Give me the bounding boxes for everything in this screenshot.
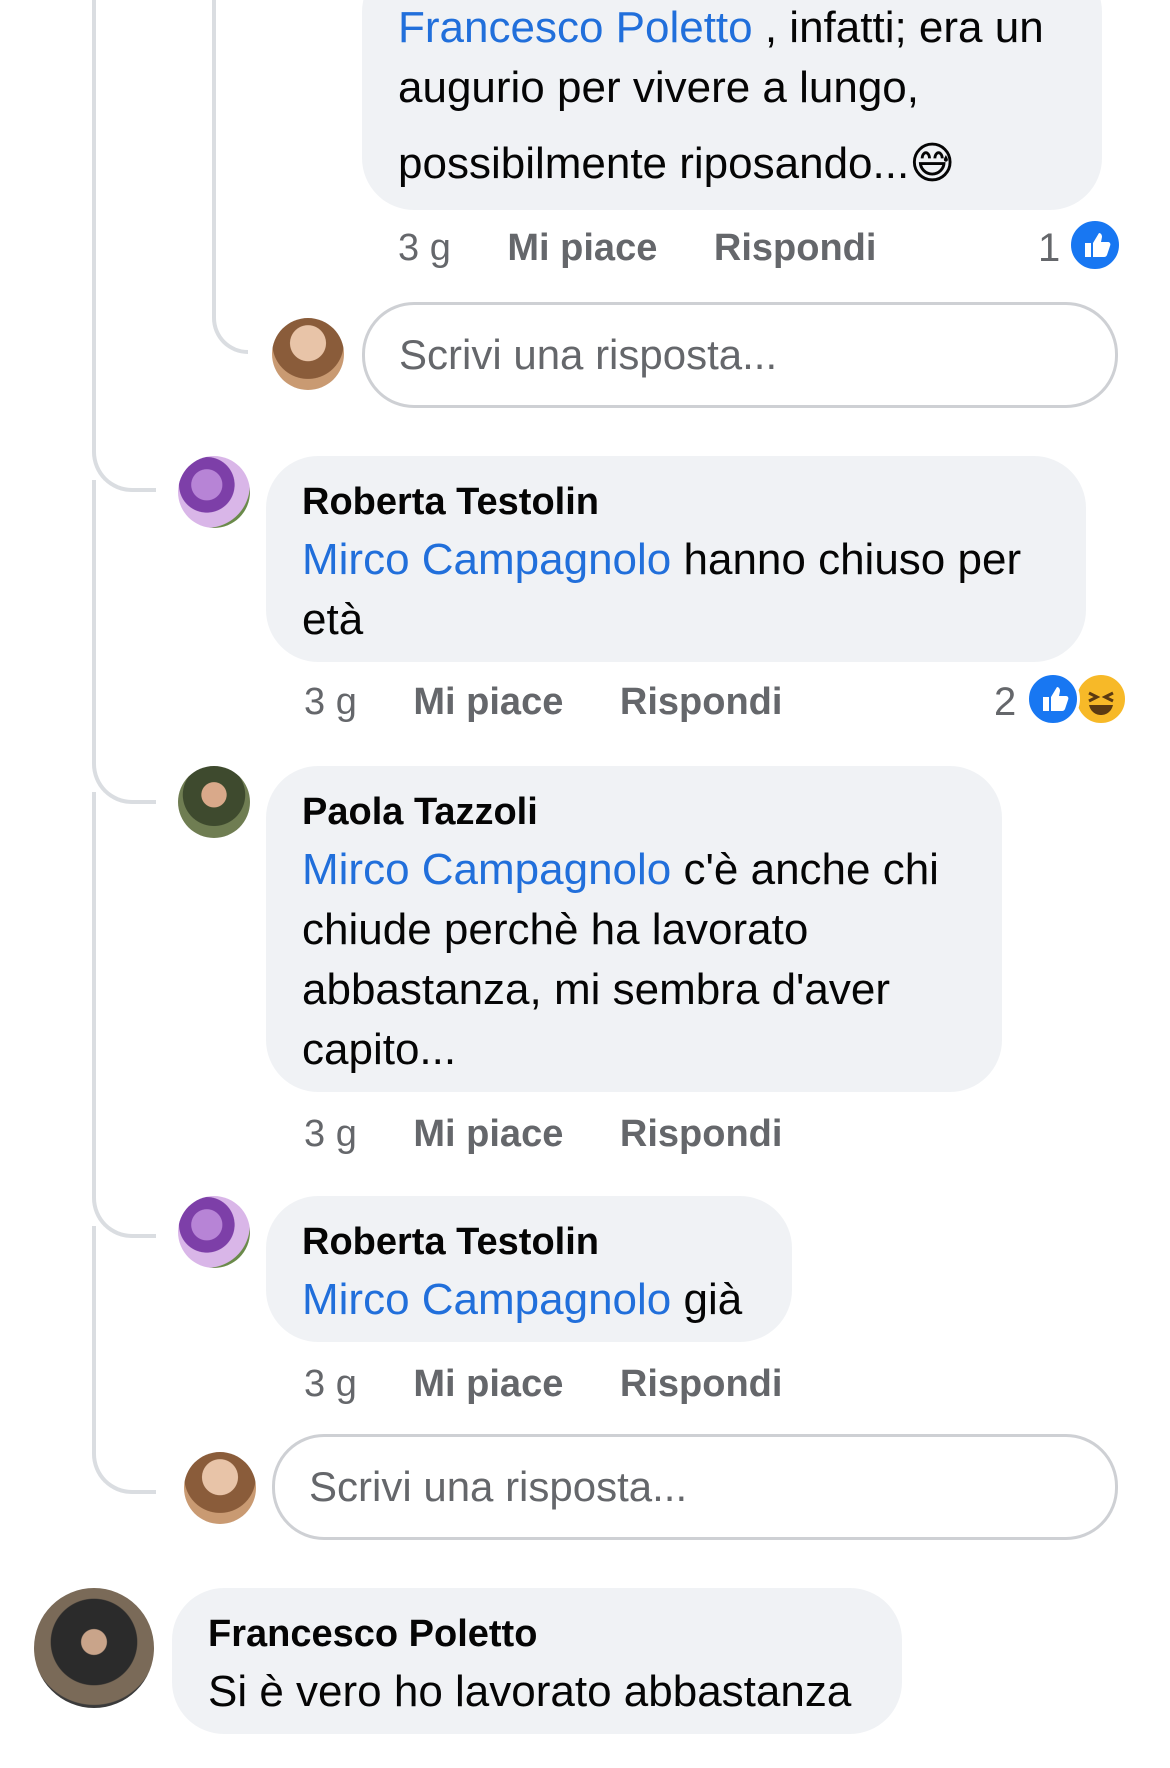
reaction-count[interactable]: 1 (1038, 226, 1060, 270)
like-button[interactable]: Mi piace (413, 1363, 563, 1405)
thread-line-inner (212, 0, 248, 354)
avatar[interactable] (184, 1452, 256, 1524)
like-reaction-icon (1068, 218, 1122, 272)
mention-link[interactable]: Mirco Campagnolo (302, 1275, 671, 1324)
comment-actions: 3 g Mi piace Rispondi (304, 1362, 782, 1406)
thread-line-outer-4 (92, 1226, 156, 1494)
sweat-smile-emoji: 😅 (909, 138, 956, 189)
comment-time: 3 g (304, 681, 357, 723)
comment-actions: 3 g Mi piace Rispondi (304, 1112, 782, 1156)
comment-text: chiude perchè ha lavorato (302, 905, 809, 954)
thread-line-outer-2 (92, 480, 156, 804)
comment-text: hanno chiuso per (671, 535, 1022, 584)
author-name[interactable]: Paola Tazzoli (302, 790, 966, 834)
reaction-count[interactable]: 2 (994, 680, 1016, 724)
comment-text: augurio per vivere a lungo, (398, 63, 919, 112)
thread-line-outer (92, 0, 156, 492)
mention-link[interactable]: Francesco Poletto (398, 3, 753, 52)
reply-input[interactable]: Scrivi una risposta... (362, 302, 1118, 408)
reply-input[interactable]: Scrivi una risposta... (272, 1434, 1118, 1540)
comment-text: c'è anche chi (671, 845, 939, 894)
avatar[interactable] (272, 318, 344, 390)
avatar[interactable] (34, 1588, 154, 1708)
comment-text: possibilmente riposando... (398, 139, 910, 188)
comment-actions: 3 g Mi piace Rispondi (304, 680, 782, 724)
comment-time: 3 g (398, 227, 451, 269)
comment-bubble: Roberta Testolin Mirco Campagnolo hanno … (266, 456, 1086, 662)
like-button[interactable]: Mi piace (413, 681, 563, 723)
comment-text: età (302, 595, 364, 644)
comment-bubble: Francesco Poletto Si è vero ho lavorato … (172, 1588, 902, 1734)
thread-line-outer-3 (92, 792, 156, 1238)
comment-text: Si è vero ho lavorato abbastanza (208, 1667, 852, 1716)
comment-text: , infatti; era un (752, 3, 1044, 52)
comment-text: già (671, 1275, 743, 1324)
avatar[interactable] (178, 456, 250, 528)
haha-reaction-icon (1074, 672, 1128, 726)
comment-bubble: Francesco Poletto , infatti; era un augu… (362, 0, 1102, 210)
comment-bubble: Roberta Testolin Mirco Campagnolo già (266, 1196, 792, 1342)
reply-button[interactable]: Rispondi (620, 1363, 783, 1405)
reply-button[interactable]: Rispondi (620, 681, 783, 723)
author-name[interactable]: Roberta Testolin (302, 480, 1050, 524)
comment-time: 3 g (304, 1113, 357, 1155)
comment-bubble: Paola Tazzoli Mirco Campagnolo c'è anche… (266, 766, 1002, 1092)
like-button[interactable]: Mi piace (507, 227, 657, 269)
reply-button[interactable]: Rispondi (620, 1113, 783, 1155)
avatar[interactable] (178, 1196, 250, 1268)
author-name[interactable]: Francesco Poletto (208, 1612, 866, 1656)
avatar[interactable] (178, 766, 250, 838)
like-button[interactable]: Mi piace (413, 1113, 563, 1155)
comment-text: capito... (302, 1025, 457, 1074)
comment-text: abbastanza, mi sembra d'aver (302, 965, 891, 1014)
mention-link[interactable]: Mirco Campagnolo (302, 535, 671, 584)
comment-actions: 3 g Mi piace Rispondi (398, 226, 876, 270)
author-name[interactable]: Roberta Testolin (302, 1220, 756, 1264)
mention-link[interactable]: Mirco Campagnolo (302, 845, 671, 894)
reply-button[interactable]: Rispondi (714, 227, 877, 269)
comment-time: 3 g (304, 1363, 357, 1405)
like-reaction-icon (1026, 672, 1080, 726)
